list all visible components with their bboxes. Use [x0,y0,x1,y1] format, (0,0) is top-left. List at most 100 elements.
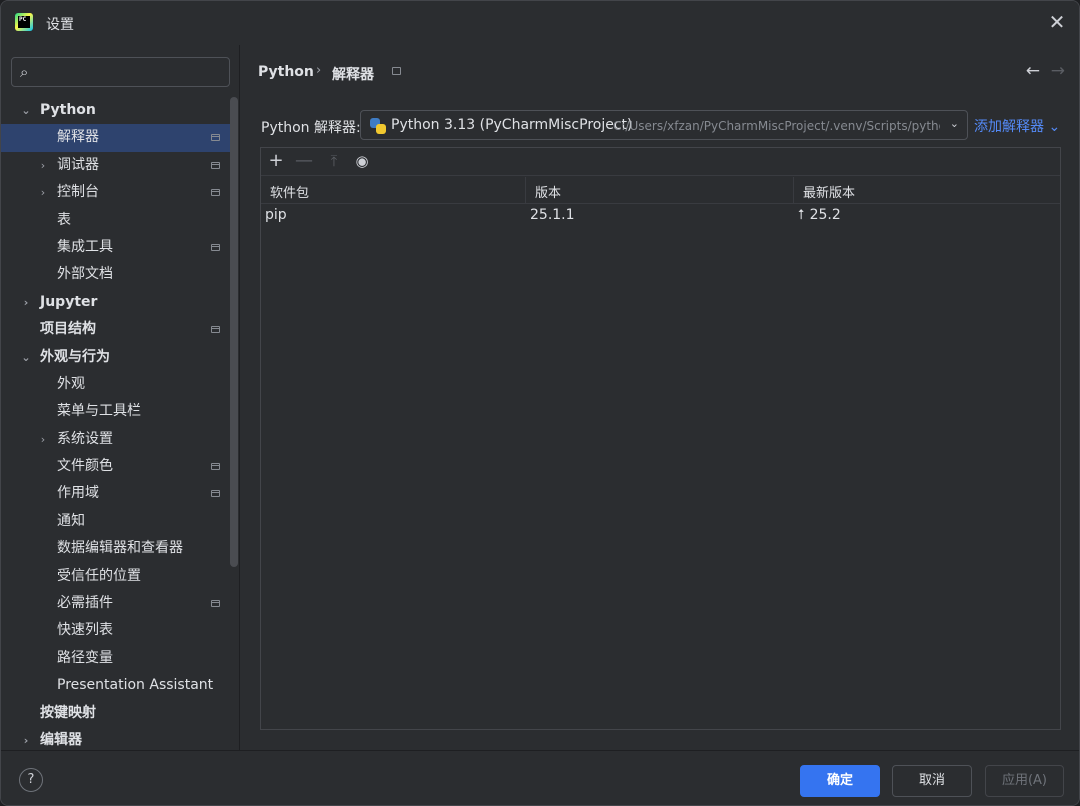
sidebar-item[interactable]: 快速列表 [1,617,231,644]
table-header: 软件包 版本 最新版本 [261,177,1060,204]
project-scope-icon [211,463,220,471]
sidebar-item-label: 控制台 [57,184,99,201]
project-scope-icon [211,161,220,169]
package-name: pip [265,207,287,223]
sidebar-item[interactable]: › Jupyter [1,289,231,316]
project-scope-icon [211,600,220,608]
cancel-button[interactable]: 取消 [892,765,972,797]
page-title: 解释器 [332,67,374,83]
chevron-down-icon: ⌄ [1048,119,1061,135]
sidebar-item-label: Python [40,102,96,118]
sidebar-item-label: 系统设置 [57,430,113,447]
sidebar-item[interactable]: 按键映射 [1,700,231,727]
project-scope-icon [211,189,220,197]
settings-dialog: PC 设置 ✕ ⌕ ⌄ Python 解释器 › 调试器 › 控制台表集成工具外部文档 › Ju… [0,0,1080,806]
column-header-version[interactable]: 版本 [535,182,561,201]
search-icon: ⌕ [20,63,29,81]
sidebar-item-label: 受信任的位置 [57,567,141,584]
remove-package-button[interactable]: — [293,150,315,172]
apply-button[interactable]: 应用(A) [985,765,1064,797]
column-header-package[interactable]: 软件包 [270,182,309,201]
settings-tree: ⌄ Python 解释器 › 调试器 › 控制台表集成工具外部文档 › Jupyter 项目结构 ⌄… [1,97,231,754]
chevron-right-icon[interactable]: › [20,289,32,316]
project-scope-icon [211,243,220,251]
interpreter-select[interactable]: Python 3.13 (PyCharmMiscProject) C:/User… [360,110,968,140]
column-divider[interactable] [793,177,794,203]
chevron-down-icon[interactable]: ⌄ [20,97,32,124]
sidebar-item[interactable]: 必需插件 [1,590,231,617]
dialog-footer: ? 确定 取消 应用(A) [1,750,1079,805]
chevron-right-icon[interactable]: › [37,426,49,453]
upgrade-arrow-icon: ⭡ [798,207,805,223]
sidebar-scrollbar[interactable] [230,97,238,567]
search-input[interactable]: ⌕ [11,57,230,87]
sidebar-item[interactable]: Presentation Assistant [1,672,231,699]
sidebar-item-label: 表 [57,211,71,228]
sidebar-item-label: 快速列表 [57,622,113,639]
package-version: 25.1.1 [530,207,575,223]
sidebar-item[interactable]: ⌄ Python [1,97,231,124]
sidebar-item-label: 调试器 [57,156,99,173]
upgrade-package-button[interactable]: ⤒ [323,150,345,172]
back-arrow-icon[interactable]: ← [1026,61,1040,81]
project-scope-icon [211,490,220,498]
interpreter-path: C:/Users/xfzan/PyCharmMiscProject/.venv/… [613,119,940,133]
sidebar-item-label: 作用域 [57,485,99,502]
sidebar-item-label: 必需插件 [57,595,113,612]
sidebar-item[interactable]: 数据编辑器和查看器 [1,535,231,562]
interpreter-name: Python 3.13 (PyCharmMiscProject) [391,117,633,133]
help-icon[interactable]: ? [19,768,43,792]
window-title: 设置 [46,17,74,33]
interpreter-settings-panel: Python › 解释器 ← → Python 解释器: Python 3.13… [241,45,1079,750]
sidebar-item[interactable]: › 控制台 [1,179,231,206]
sidebar-item-label: 集成工具 [57,238,113,255]
forward-arrow-icon[interactable]: → [1051,61,1065,81]
sidebar-item[interactable]: ⌄ 外观与行为 [1,344,231,371]
column-header-latest[interactable]: 最新版本 [803,182,855,201]
settings-sidebar: ⌕ ⌄ Python 解释器 › 调试器 › 控制台表集成工具外部文档 › Jupyter 项目结… [1,45,240,750]
sidebar-item-label: 通知 [57,512,85,529]
chevron-right-icon[interactable]: › [37,152,49,179]
sidebar-item-label: 按键映射 [40,704,96,721]
sidebar-item[interactable]: 通知 [1,508,231,535]
add-interpreter-link[interactable]: 添加解释器 ⌄ [974,116,1060,136]
latest-version-text: 25.2 [809,207,841,223]
sidebar-item-label: 外观 [57,375,85,392]
sidebar-item-label: 外部文档 [57,266,113,283]
sidebar-item-label: 项目结构 [40,321,96,338]
sidebar-item[interactable]: 集成工具 [1,234,231,261]
title-bar: PC 设置 ✕ [1,1,1079,45]
sidebar-item-label: 菜单与工具栏 [57,403,141,420]
sidebar-item[interactable]: 文件颜色 [1,453,231,480]
pycharm-logo-icon: PC [15,13,33,31]
chevron-down-icon: ⌄ [949,117,959,130]
ok-button[interactable]: 确定 [800,765,880,797]
sidebar-item[interactable]: › 系统设置 [1,426,231,453]
sidebar-item-label: Jupyter [40,293,98,310]
sidebar-item[interactable]: 路径变量 [1,645,231,672]
interpreter-label: Python 解释器: [261,120,361,136]
close-button[interactable]: ✕ [1045,11,1069,35]
table-row[interactable]: pip 25.1.1 ⭡ 25.2 [261,204,1060,228]
sidebar-item[interactable]: 作用域 [1,480,231,507]
sidebar-item[interactable]: 外观 [1,371,231,398]
sidebar-item-label: 文件颜色 [57,458,113,475]
sidebar-item[interactable]: 菜单与工具栏 [1,398,231,425]
sidebar-item[interactable]: 解释器 [1,124,231,152]
sidebar-item[interactable]: 外部文档 [1,261,231,288]
sidebar-item[interactable]: 项目结构 [1,316,231,343]
show-details-eye-icon[interactable]: ◉ [351,150,373,172]
breadcrumb-parent[interactable]: Python [258,64,314,80]
sidebar-item[interactable]: 受信任的位置 [1,563,231,590]
breadcrumb-separator-icon: › [316,63,322,78]
chevron-right-icon[interactable]: › [37,179,49,206]
add-interpreter-label: 添加解释器 [974,119,1044,135]
package-latest-version: ⭡ 25.2 [798,207,841,223]
sidebar-item[interactable]: › 调试器 [1,152,231,179]
column-divider[interactable] [525,177,526,203]
chevron-down-icon[interactable]: ⌄ [20,344,32,371]
add-package-button[interactable]: + [265,150,287,172]
sidebar-item-label: 解释器 [57,129,99,146]
sidebar-item[interactable]: 表 [1,207,231,234]
project-scope-icon [211,326,220,334]
